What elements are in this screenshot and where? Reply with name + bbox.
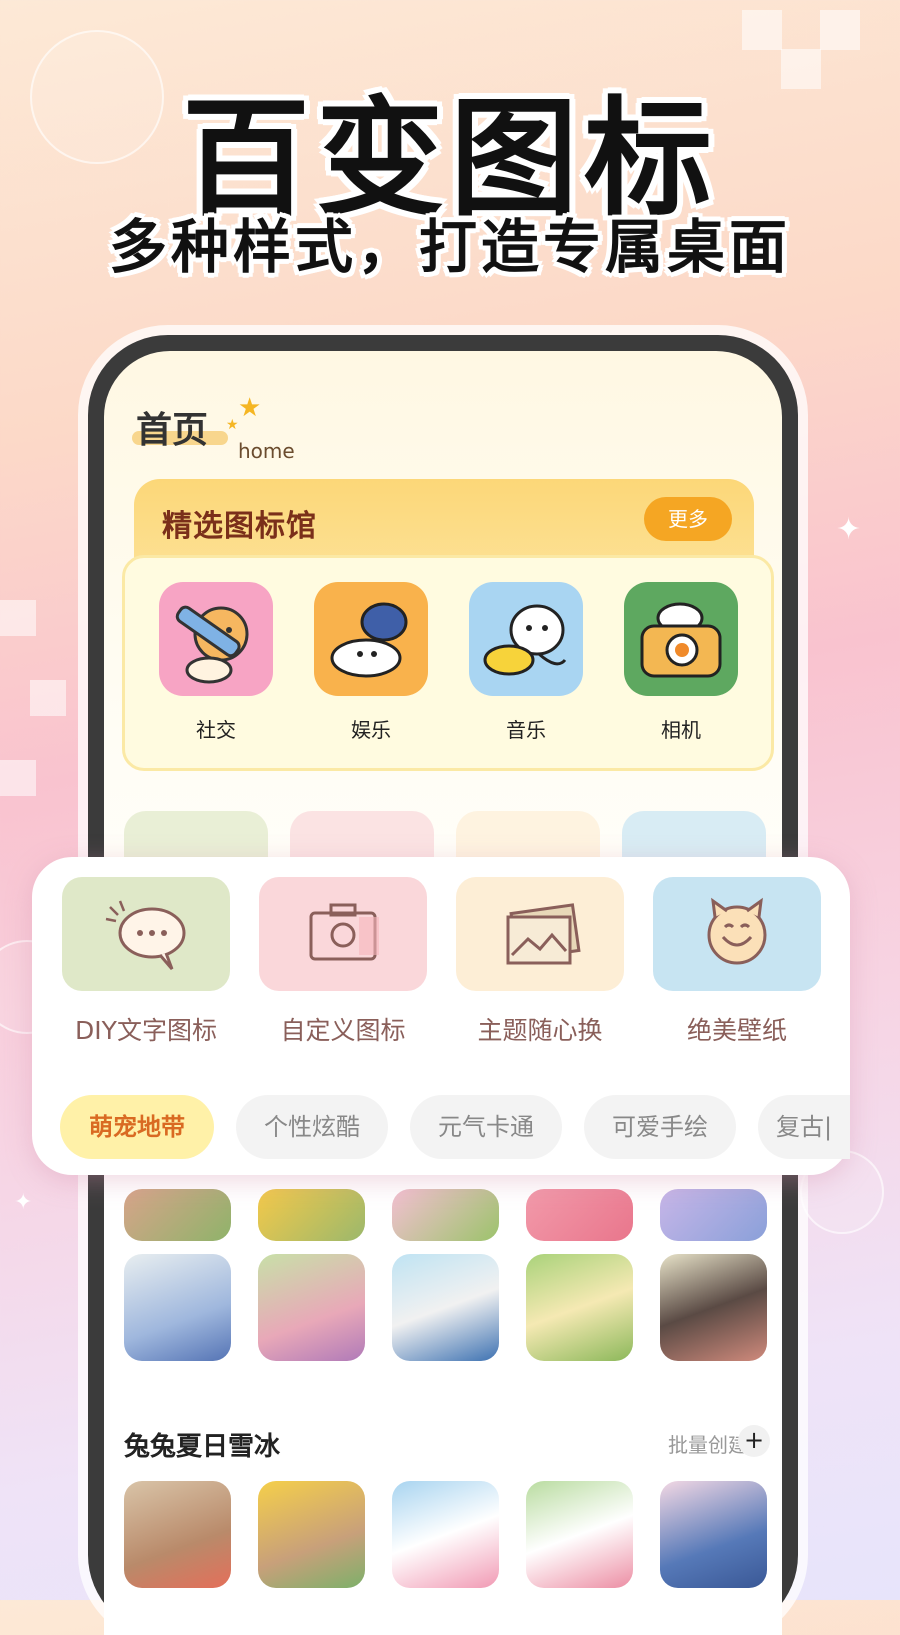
sparkle-icon: ✦ <box>14 1190 33 1215</box>
star-icon: ★ <box>226 417 239 433</box>
featured-title: 精选图标馆 <box>162 509 317 544</box>
category-chip-cool[interactable]: 个性炫酷 <box>236 1095 388 1159</box>
feature-label: 绝美壁纸 <box>686 1016 787 1045</box>
feature-label: DIY文字图标 <box>75 1016 217 1045</box>
feature-diy-text-icon[interactable]: DIY文字图标 <box>62 877 230 1047</box>
featured-app-label: 音乐 <box>506 718 546 742</box>
chat-bubble-icon <box>62 877 230 991</box>
star-icon: ★ <box>238 393 262 423</box>
featured-app-music[interactable]: 音乐 <box>469 582 583 743</box>
decor-checker <box>0 760 36 796</box>
category-chip-cartoon[interactable]: 元气卡通 <box>410 1095 562 1159</box>
featured-app-label: 社交 <box>196 718 236 742</box>
wallpaper-thumb[interactable] <box>124 1254 231 1361</box>
feature-popup: DIY文字图标 自定义图标 主题随心换 绝美壁纸 萌宠地带 个性炫酷 元气卡通 … <box>32 857 850 1175</box>
wallpaper-thumb[interactable] <box>660 1254 767 1361</box>
feature-label: 自定义图标 <box>280 1016 406 1045</box>
picture-icon <box>456 877 624 991</box>
wallpaper-thumb[interactable] <box>660 1481 767 1588</box>
featured-app-label: 娱乐 <box>351 718 391 742</box>
wallpaper-thumb[interactable] <box>124 1481 231 1588</box>
sparkle-icon: ✦ <box>836 512 862 547</box>
plus-icon[interactable]: + <box>738 1425 770 1457</box>
category-chip-cute-pets[interactable]: 萌宠地带 <box>60 1095 214 1159</box>
page-title-text: 首页 <box>136 410 209 451</box>
feature-theme-switch[interactable]: 主题随心换 <box>456 877 624 1047</box>
dog-duck-icon <box>469 582 583 696</box>
featured-app-label: 相机 <box>661 718 701 742</box>
batch-create-button[interactable]: 批量创建 <box>668 1429 748 1458</box>
wallpaper-thumb[interactable] <box>124 1189 231 1241</box>
featured-app-entertainment[interactable]: 娱乐 <box>314 582 428 743</box>
decor-checker <box>742 10 782 50</box>
wallpaper-thumb[interactable] <box>392 1189 499 1241</box>
wallpaper-thumb[interactable] <box>258 1189 365 1241</box>
wallpaper-thumb[interactable] <box>392 1254 499 1361</box>
wallpaper-thumb[interactable] <box>258 1481 365 1588</box>
camera-bear-icon <box>624 582 738 696</box>
featured-app-social[interactable]: 社交 <box>159 582 273 743</box>
more-button[interactable]: 更多 <box>644 497 732 541</box>
wallpaper-thumb[interactable] <box>258 1254 365 1361</box>
decor-checker <box>30 680 66 716</box>
page-title: 首页 <box>132 401 228 453</box>
category-chip-handdrawn[interactable]: 可爱手绘 <box>584 1095 736 1159</box>
tiger-pencil-icon <box>159 582 273 696</box>
smiley-cat-icon <box>653 877 821 991</box>
feature-wallpaper[interactable]: 绝美壁纸 <box>653 877 821 1047</box>
decor-checker <box>820 10 860 50</box>
featured-apps-card: 社交 娱乐 音乐 相机 <box>122 555 774 771</box>
wallpaper-thumb[interactable] <box>392 1481 499 1588</box>
banner-subline: 多种样式，打造专属桌面 <box>108 213 791 281</box>
feature-custom-icon[interactable]: 自定义图标 <box>259 877 427 1047</box>
section-title: 兔兔夏日雪冰 <box>124 1432 281 1462</box>
wallpaper-thumb[interactable] <box>526 1254 633 1361</box>
category-chip-retro[interactable]: 复古| <box>758 1095 850 1159</box>
bunny-dog-icon <box>314 582 428 696</box>
decor-checker <box>0 600 36 636</box>
featured-app-camera[interactable]: 相机 <box>624 582 738 743</box>
wallpaper-thumb[interactable] <box>660 1189 767 1241</box>
wallpaper-thumb[interactable] <box>526 1189 633 1241</box>
camera-icon <box>259 877 427 991</box>
page-subtitle: home <box>238 439 295 463</box>
feature-label: 主题随心换 <box>477 1016 603 1045</box>
wallpaper-thumb[interactable] <box>526 1481 633 1588</box>
